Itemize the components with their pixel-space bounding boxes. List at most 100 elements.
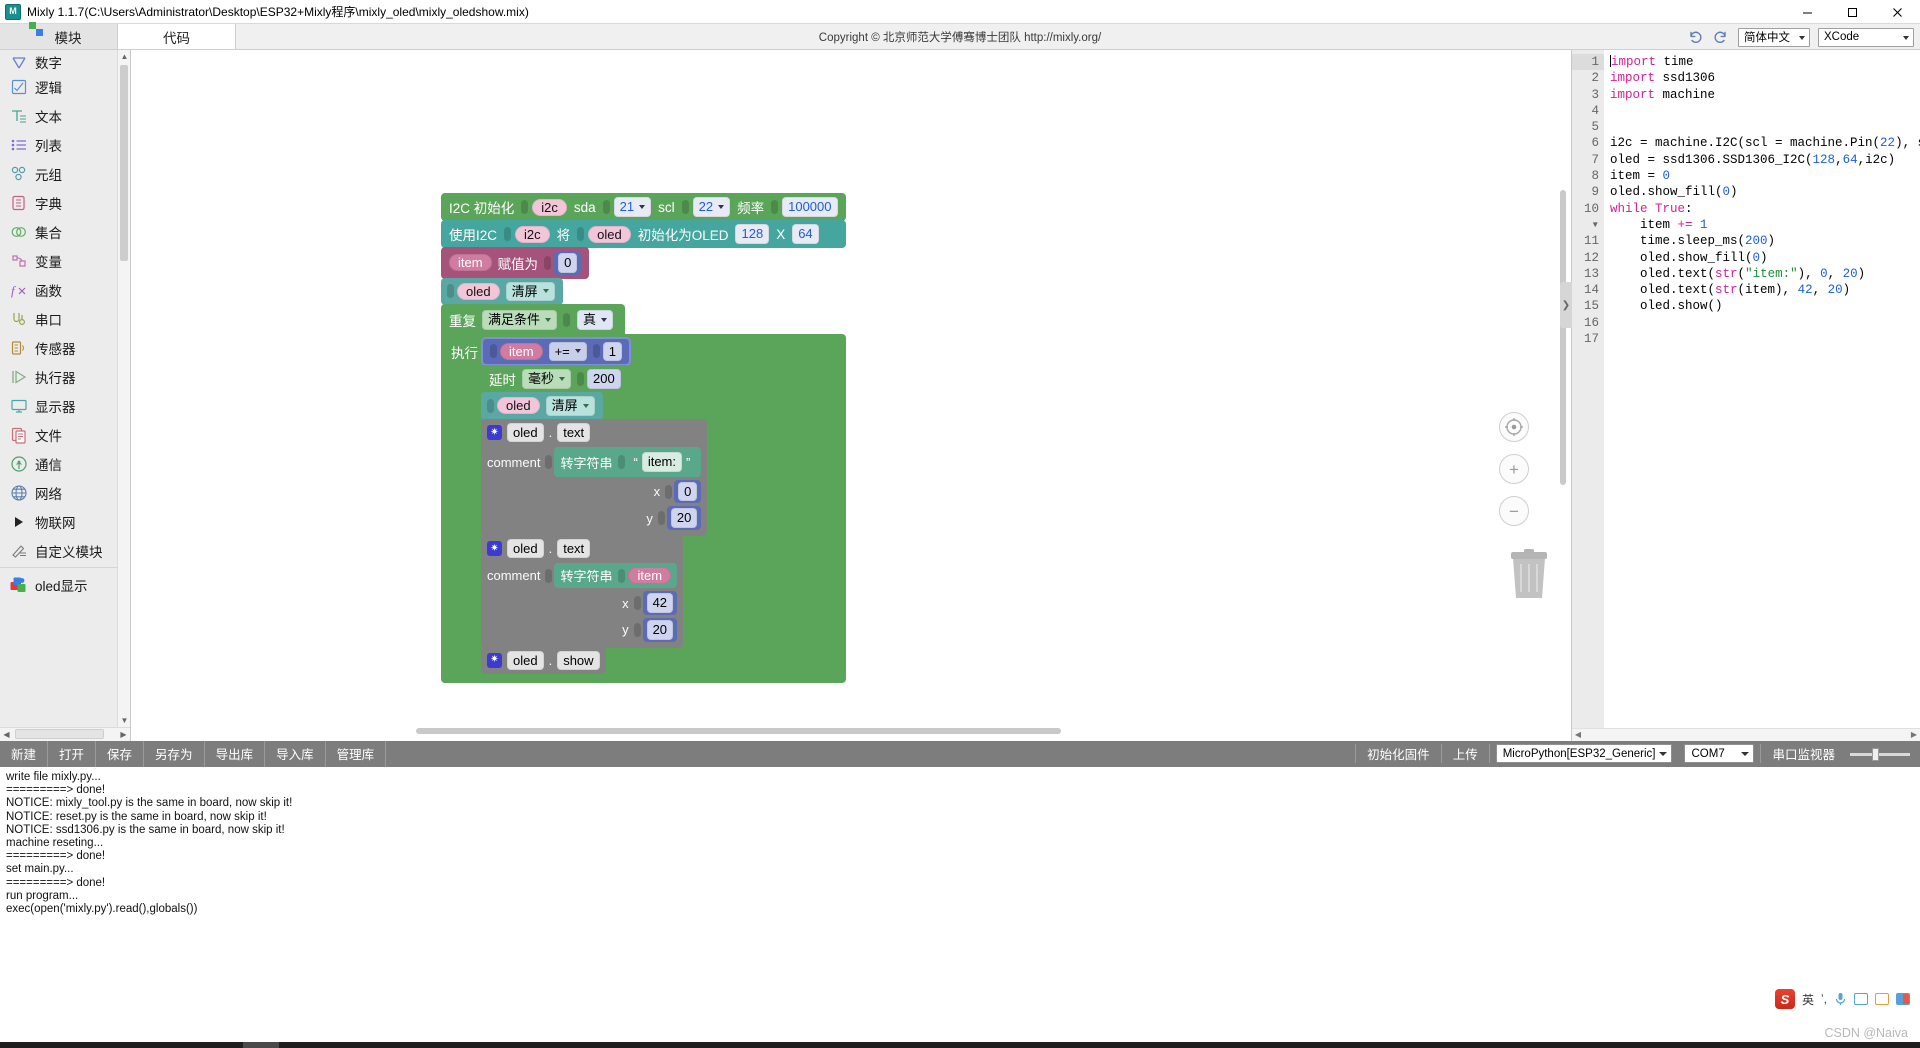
code-horizontal-scrollbar[interactable]: ◀ ▶ (1572, 727, 1920, 741)
scl-value-dropdown[interactable]: 22 (692, 197, 731, 217)
code-line[interactable]: import ssd1306 (1610, 70, 1920, 86)
code-editor[interactable]: 1 2 3 4 5 6 7 8 9 10 ▾ 11 12 13 14 15 16 17 import time i… (1572, 50, 1920, 728)
sidebar-item-tuple[interactable]: 元组 (0, 159, 130, 188)
code-line[interactable]: while True: (1610, 201, 1920, 217)
font-size-slider[interactable] (1850, 745, 1910, 763)
save-as-button[interactable]: 另存为 (144, 740, 205, 767)
block-oled-clear-top[interactable]: oled 清屏 (441, 277, 563, 306)
sidebar-hscroll-thumb[interactable] (15, 729, 105, 740)
freq-value-field[interactable]: 100000 (782, 197, 838, 217)
code-line[interactable] (1610, 119, 1920, 135)
while-condition-mode[interactable]: 满足条件 (482, 310, 558, 330)
block-oled-init[interactable]: 使用I2C i2c 将 oled 初始化为OLED 128 X 64 (441, 220, 846, 248)
serial-monitor-button[interactable]: 串口监视器 (1760, 744, 1846, 764)
code-line[interactable]: import time (1610, 54, 1920, 70)
sidebar-item-set[interactable]: 集合 (0, 217, 130, 246)
oled-text-1-y-value[interactable]: 20 (670, 508, 698, 528)
workspace-canvas[interactable]: I2C 初始化 i2c sda 21 scl 22 频率 100000 使用I2… (131, 50, 1571, 741)
oled-init-bus-var[interactable]: i2c (515, 225, 550, 243)
code-line[interactable] (1610, 315, 1920, 331)
sidebar-horizontal-scrollbar[interactable]: ◀ ▶ (0, 726, 130, 741)
code-line[interactable]: oled = ssd1306.SSD1306_I2C(128,64,i2c) (1610, 152, 1920, 168)
delay-value-field[interactable]: 200 (587, 369, 621, 389)
gear-icon[interactable]: ✷ (487, 541, 502, 557)
sidebar-item-iot[interactable]: 物联网 (0, 507, 130, 536)
oled-text-1-method[interactable]: text (557, 422, 591, 443)
block-oled-clear-inner[interactable]: oled 清屏 (481, 392, 603, 420)
oled-text-1-x-value[interactable]: 0 (678, 481, 698, 502)
code-line[interactable]: oled.text(str(item), 42, 20) (1610, 282, 1920, 298)
sidebar-item-dict[interactable]: 字典 (0, 188, 130, 217)
slider-knob[interactable] (1872, 747, 1879, 761)
while-condition-value[interactable]: 真 (577, 310, 614, 330)
block-oled-show[interactable]: ✷ oled . show (481, 646, 606, 675)
item-inc-var[interactable]: item (500, 342, 543, 360)
sidebar-item-variable[interactable]: 变量 (0, 246, 130, 275)
sidebar-item-custom-module[interactable]: 自定义模块 (0, 536, 130, 565)
oled-clear-inner-obj[interactable]: oled (497, 397, 540, 415)
block-while-loop[interactable]: 重复 满足条件 真 执行 item += 1 延时 毫秒 200 oled 清屏… (441, 304, 846, 684)
while-loop-body[interactable]: 执行 item += 1 延时 毫秒 200 oled 清屏 ✷ oled . … (441, 333, 846, 684)
sidebar-item-list[interactable]: 列表 (0, 130, 130, 159)
block-delay[interactable]: 延时 毫秒 200 (481, 365, 629, 394)
sidebar-item-file[interactable]: 文件 (0, 420, 130, 449)
center-target-icon[interactable] (1499, 412, 1529, 442)
delay-unit-dropdown[interactable]: 毫秒 (522, 369, 572, 389)
open-button[interactable]: 打开 (48, 740, 97, 767)
sidebar-hscroll-track[interactable] (13, 729, 117, 740)
block-i2c-init[interactable]: I2C 初始化 i2c sda 21 scl 22 频率 100000 (441, 193, 846, 221)
to-string-2-var[interactable]: item (628, 567, 672, 585)
block-to-string-2[interactable]: 转字符串 item (554, 563, 678, 589)
sidebar-item-display[interactable]: 显示器 (0, 391, 130, 420)
oled-text-2-y-block[interactable]: 20 (642, 618, 678, 642)
console-output[interactable]: write file mixly.py... =========> done! NO… (0, 766, 1920, 1048)
blockly-workspace[interactable]: I2C 初始化 i2c sda 21 scl 22 频率 100000 使用I2… (131, 50, 1571, 741)
scroll-right-icon[interactable]: ▶ (117, 728, 130, 741)
oled-text-1-x-block[interactable]: 0 (674, 479, 702, 504)
workspace-vertical-scrollbar[interactable] (1560, 190, 1566, 485)
set-item-value-block[interactable]: 0 (554, 251, 582, 275)
item-inc-operator[interactable]: += (548, 341, 587, 362)
block-oled-text-1[interactable]: ✷ oled . text comment 转字符串 “ item: ” x 0… (481, 418, 708, 536)
block-string-literal-1[interactable]: “ item: ” (628, 450, 696, 474)
code-line[interactable]: oled.show() (1610, 298, 1920, 314)
sda-value-dropdown[interactable]: 21 (613, 197, 652, 217)
item-inc-value[interactable]: 1 (602, 341, 622, 362)
ime-mode-label[interactable]: 英 (1802, 991, 1814, 1008)
code-line[interactable]: item += 1 (1610, 217, 1920, 233)
port-select[interactable]: COM7 (1684, 744, 1755, 764)
block-set-variable-item[interactable]: item 赋值为 0 (441, 247, 590, 279)
save-button[interactable]: 保存 (96, 740, 145, 767)
init-firmware-button[interactable]: 初始化固件 (1355, 744, 1442, 764)
sidebar-item-network[interactable]: 网络 (0, 478, 130, 507)
toolbox-icon[interactable] (1875, 993, 1889, 1005)
code-line[interactable] (1610, 103, 1920, 119)
sidebar-vertical-scrollbar[interactable]: ▲ ▼ (117, 50, 130, 727)
scroll-left-icon[interactable]: ◀ (0, 728, 13, 741)
sidebar-item-communication[interactable]: 通信 (0, 449, 130, 478)
export-library-button[interactable]: 导出库 (205, 740, 266, 767)
scroll-up-icon[interactable]: ▲ (118, 50, 131, 63)
undo-icon[interactable] (1686, 28, 1704, 46)
sidebar-item-text[interactable]: 文本 (0, 101, 130, 130)
oled-width-field[interactable]: 128 (735, 224, 770, 244)
tab-code[interactable]: 代码 (118, 24, 236, 49)
code-line[interactable]: oled.show_fill(0) (1610, 250, 1920, 266)
oled-clear-top-obj[interactable]: oled (457, 282, 500, 300)
oled-text-2-x-block[interactable]: 42 (642, 591, 678, 616)
sidebar-item-serial[interactable]: 串口 (0, 304, 130, 333)
code-line[interactable]: oled.text(str("item:"), 0, 20) (1610, 266, 1920, 282)
while-loop-header[interactable]: 重复 满足条件 真 (441, 304, 626, 336)
manage-library-button[interactable]: 管理库 (326, 740, 387, 767)
i2c-var-field[interactable]: i2c (532, 198, 567, 216)
code-pane-toggle-icon[interactable]: ❯ (1560, 282, 1572, 328)
oled-text-2-obj[interactable]: oled (507, 538, 544, 559)
oled-height-field[interactable]: 64 (792, 224, 819, 244)
sidebar-item-oled-display[interactable]: oled显示 (0, 570, 130, 599)
code-line[interactable]: time.sleep_ms(200) (1610, 233, 1920, 249)
workspace-horizontal-scrollbar[interactable] (416, 727, 1061, 734)
oled-init-obj-var[interactable]: oled (588, 225, 631, 243)
code-content[interactable]: import time import ssd1306 import machine … (1604, 50, 1920, 728)
sidebar-item-function[interactable]: f 函数 (0, 275, 130, 304)
scroll-down-icon[interactable]: ▼ (118, 714, 131, 727)
